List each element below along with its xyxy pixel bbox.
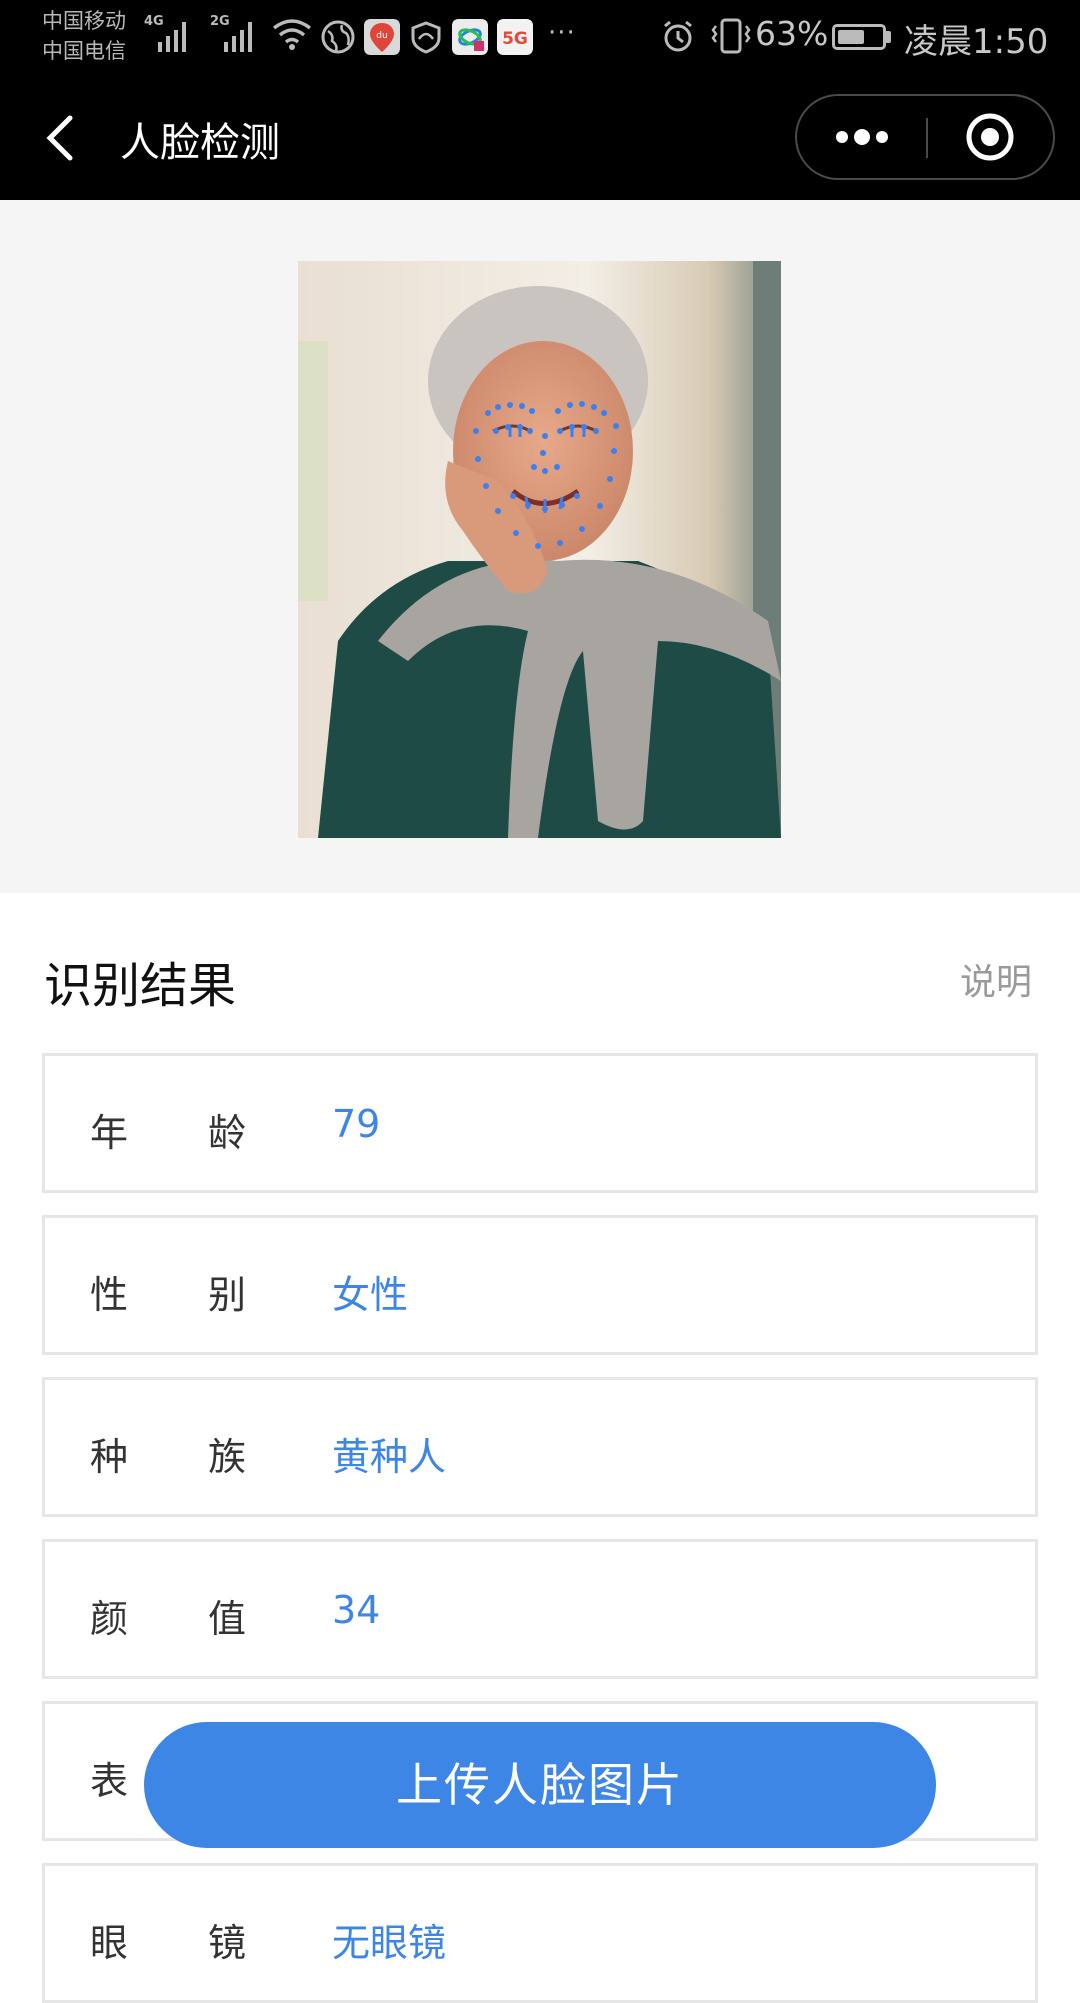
5g-icon: 5G (497, 19, 533, 55)
battery-icon (832, 24, 886, 50)
carrier-2: 中国电信 (42, 39, 126, 63)
results-title: 识别结果 (44, 958, 237, 1014)
svg-text:du: du (376, 31, 387, 41)
baidu-map-icon: du (364, 19, 400, 55)
row-key-char-2: 龄 (208, 1111, 247, 1155)
row-value: 女性 (332, 1273, 409, 1317)
row-key-char-2: 镜 (208, 1921, 247, 1965)
row-value: 黄种人 (332, 1435, 447, 1479)
row-value: 无眼镜 (332, 1921, 447, 1965)
photo-preview-area (0, 200, 1080, 893)
china-mobile-icon (452, 19, 488, 55)
result-row-age: 年 龄 79 (42, 1053, 1038, 1193)
row-key-char-1: 颜 (90, 1597, 129, 1641)
row-key-char-2: 值 (208, 1597, 247, 1641)
row-key-char-1: 年 (90, 1111, 129, 1155)
row-key-char-1: 表 (90, 1759, 129, 1803)
battery-percent: 63% (755, 14, 829, 53)
alarm-icon (664, 20, 692, 52)
row-key-char-1: 眼 (90, 1921, 129, 1965)
result-row-gender: 性 别 女性 (42, 1215, 1038, 1355)
wifi-icon (272, 19, 312, 50)
shield-icon (411, 21, 441, 54)
globe-icon (321, 20, 355, 54)
more-options-icon[interactable] (797, 96, 926, 178)
nav-bar: 人脸检测 (0, 76, 1080, 200)
result-row-beauty: 颜 值 34 (42, 1539, 1038, 1679)
help-link[interactable]: 说明 (960, 953, 1032, 1005)
row-key-char-2: 别 (208, 1273, 247, 1317)
clock: 凌晨1:50 (904, 22, 1049, 62)
battery-tip (886, 31, 891, 43)
row-key-char-1: 性 (90, 1273, 129, 1317)
mini-program-capsule (795, 94, 1055, 180)
overflow-notifications: ··· (548, 18, 576, 48)
carrier-1: 中国移动 (42, 9, 126, 33)
result-row-race: 种 族 黄种人 (42, 1377, 1038, 1517)
result-row-glasses: 眼 镜 无眼镜 (42, 1863, 1038, 2003)
page-title: 人脸检测 (120, 120, 280, 166)
status-bar: 中国移动 中国电信 4G 2G du 5G ··· 63% 凌晨1:50 (0, 0, 1080, 76)
svg-text:5G: 5G (502, 29, 528, 49)
row-key-char-1: 种 (90, 1435, 129, 1479)
row-value: 34 (332, 1588, 381, 1632)
back-icon[interactable] (36, 106, 96, 170)
row-value: 79 (332, 1102, 381, 1146)
close-mini-program-icon[interactable] (928, 96, 1053, 178)
row-key-char-2: 族 (208, 1435, 247, 1479)
upload-face-photo-button[interactable]: 上传人脸图片 (144, 1722, 936, 1848)
uploaded-face-photo (298, 261, 781, 838)
carrier-labels: 中国移动 中国电信 (42, 6, 126, 66)
face-photo-illustration (298, 261, 781, 838)
vibrate-icon (711, 18, 751, 54)
